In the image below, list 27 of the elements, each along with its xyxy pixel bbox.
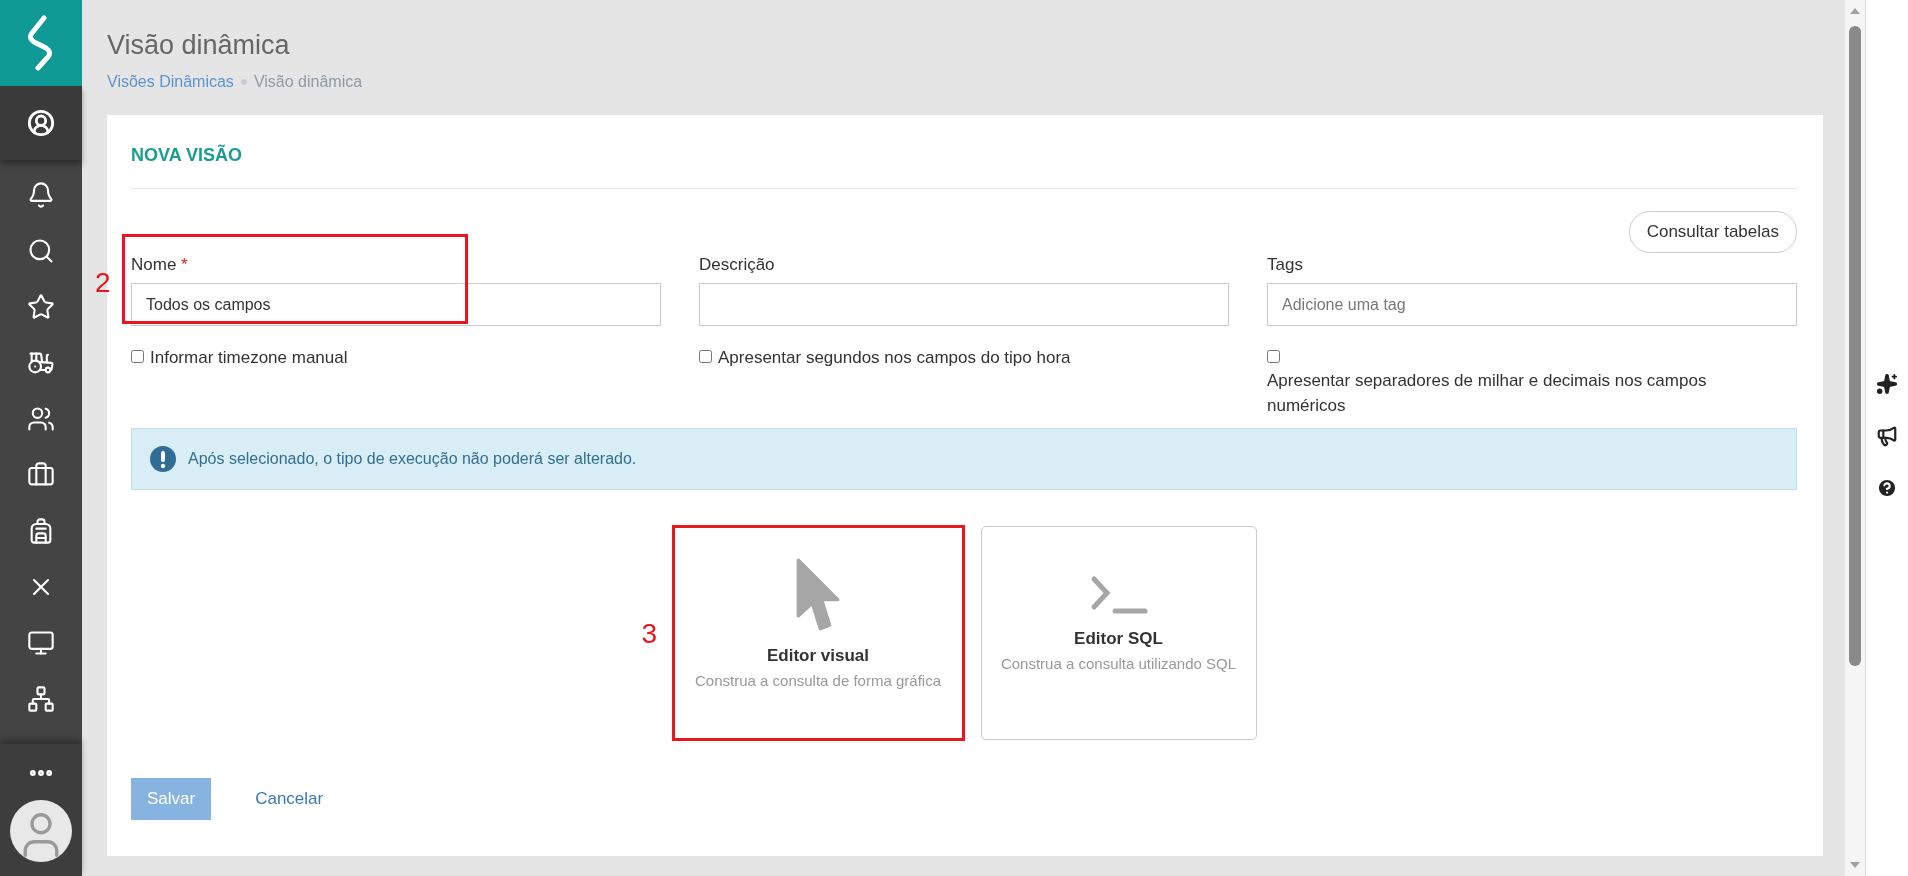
cursor-icon [796, 557, 840, 632]
field-label: Nome * [131, 255, 189, 275]
section-title: NOVA VISÃO [131, 145, 1797, 189]
app-logo[interactable] [0, 0, 82, 86]
input-field[interactable]: Adicione uma tag [1267, 283, 1797, 326]
annotation-number: 3 [641, 618, 658, 651]
annotation-number: 2 [95, 267, 111, 299]
help-icon[interactable] [1876, 477, 1898, 499]
input-field[interactable] [699, 283, 1229, 326]
checkbox-label: Apresentar segundos nos campos do tipo hora [718, 347, 1071, 369]
megaphone-icon[interactable] [1876, 425, 1898, 447]
alert-text: Após selecionado, o tipo de execução não poderá ser alterado. [188, 450, 637, 469]
checkbox-label: Apresentar separadores de milhar e decimais nos campos numéricos [1267, 370, 1708, 417]
sparkles-icon[interactable] [1876, 373, 1898, 395]
input-field[interactable]: Todos os campos [131, 283, 661, 326]
field-label: Descrição [699, 255, 776, 275]
consult-tables-button[interactable]: Consultar tabelas [1628, 211, 1797, 253]
checkbox[interactable] [1267, 350, 1280, 363]
cancel-link[interactable]: Cancelar [239, 778, 340, 821]
field-label: Tags [1267, 255, 1304, 275]
editor-option-card[interactable]: Editor SQL Construa a consulta utilizando SQL [980, 526, 1257, 741]
page-title: Visão dinâmica [107, 30, 291, 61]
breadcrumb-separator [240, 79, 247, 85]
checkbox[interactable] [131, 350, 144, 363]
checkbox-label: Informar timezone manual [150, 347, 348, 369]
info-icon [150, 446, 176, 473]
checkbox[interactable] [699, 350, 712, 363]
